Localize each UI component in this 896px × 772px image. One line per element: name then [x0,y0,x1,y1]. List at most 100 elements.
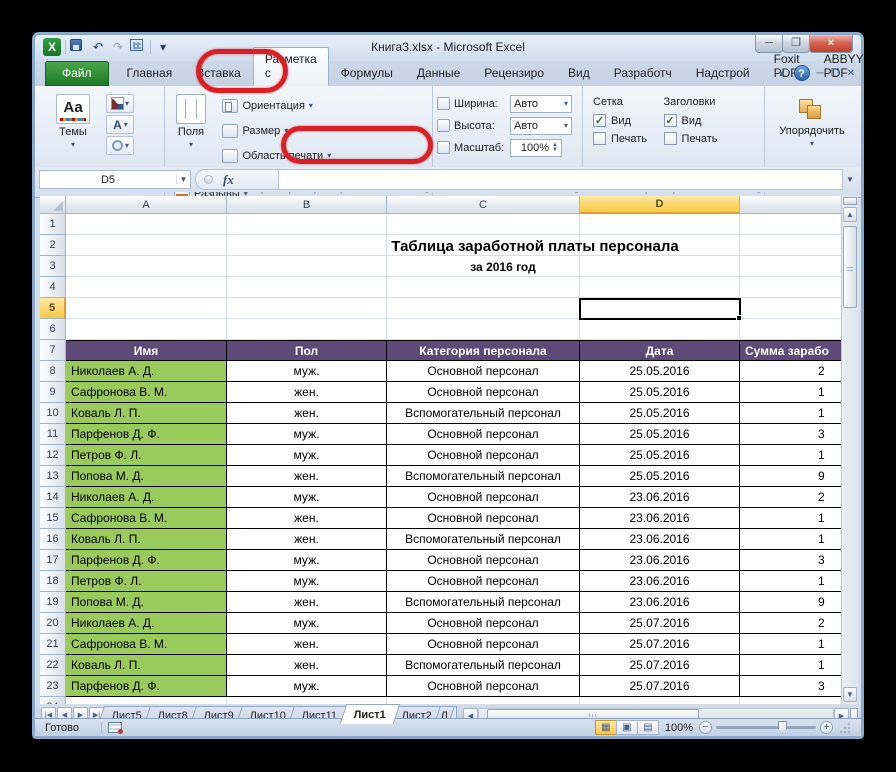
cell[interactable]: Основной персонал [387,445,580,466]
scrollbar-split-handle[interactable] [843,197,857,205]
sheet-tab-лист1[interactable]: Лист1 [339,704,400,724]
row-header-9[interactable]: 9 [40,382,66,403]
table-header-cell[interactable]: Имя [66,340,227,361]
margins-button[interactable]: Поля ▾ [169,90,213,178]
chevron-down-icon[interactable]: ▼ [176,175,190,184]
cell[interactable]: жен. [227,634,387,655]
formula-input[interactable] [279,169,843,190]
cell[interactable]: 23.06.2016 [580,508,740,529]
help-icon[interactable]: ? [793,65,810,81]
cell[interactable]: 3 [740,424,843,445]
cell[interactable]: Парфенов Д. Ф. [66,550,227,571]
cell[interactable]: Основной персонал [387,550,580,571]
cell[interactable]: Николаев А. Д. [66,487,227,508]
table-header-cell[interactable]: Пол [227,340,387,361]
empty-cell[interactable] [740,697,843,704]
empty-cell[interactable] [66,214,227,235]
table-header-cell[interactable]: Сумма зарабо [740,340,843,361]
empty-cell[interactable] [66,697,227,704]
cell[interactable]: 1 [740,382,843,403]
row-header-20[interactable]: 20 [40,613,66,634]
cell[interactable]: муж. [227,613,387,634]
cell[interactable]: Коваль Л. П. [66,403,227,424]
cell[interactable]: муж. [227,487,387,508]
page-break-view-icon[interactable]: ▤ [636,720,659,735]
row-header-1[interactable]: 1 [40,214,66,235]
cell[interactable]: жен. [227,655,387,676]
cell[interactable]: 1 [740,571,843,592]
row-header-7[interactable]: 7 [40,340,66,361]
normal-view-icon[interactable]: ▦ [594,720,617,735]
zoom-track[interactable] [716,721,816,734]
cell[interactable]: 25.05.2016 [580,361,740,382]
zoom-level[interactable]: 100% [665,722,693,734]
cell[interactable]: 23.06.2016 [580,487,740,508]
row-header-15[interactable]: 15 [40,508,66,529]
cell[interactable]: 25.07.2016 [580,676,740,697]
scale-spinner[interactable]: 100% ▲ ▼ [510,138,562,157]
cell[interactable]: 25.05.2016 [580,403,740,424]
cell[interactable]: Парфенов Д. Ф. [66,676,227,697]
empty-cell[interactable] [66,235,227,256]
expand-formula-bar-icon[interactable]: ▼ [843,169,857,190]
row-header-17[interactable]: 17 [40,550,66,571]
cell[interactable]: Вспомогательный персонал [387,655,580,676]
cell[interactable]: 1 [740,403,843,424]
workbook-close-icon[interactable]: ✕ [847,68,855,79]
headings-print-checkbox[interactable]: Печать [663,132,718,145]
table-header-cell[interactable]: Дата [580,340,740,361]
empty-cell[interactable] [580,277,740,298]
cell[interactable]: 23.06.2016 [580,529,740,550]
cell[interactable]: Николаев А. Д. [66,613,227,634]
cell[interactable]: 25.05.2016 [580,424,740,445]
workbook-minimize-icon[interactable]: ─ [817,68,824,79]
zoom-thumb[interactable] [778,721,787,734]
empty-cell[interactable] [66,298,227,319]
cell[interactable]: 2 [740,487,843,508]
row-header-16[interactable]: 16 [40,529,66,550]
width-combo[interactable]: Авто ▾ [510,94,572,113]
theme-fonts-button[interactable]: А ▾ [106,115,135,134]
cell[interactable]: Основной персонал [387,508,580,529]
cell[interactable]: 25.07.2016 [580,634,740,655]
cell[interactable]: 1 [740,655,843,676]
cell[interactable]: Вспомогательный персонал [387,403,580,424]
cell[interactable]: 25.07.2016 [580,613,740,634]
cell[interactable]: Петров Ф. Л. [66,571,227,592]
row-header-14[interactable]: 14 [40,487,66,508]
cell[interactable]: муж. [227,424,387,445]
cell[interactable]: Основной персонал [387,676,580,697]
cell[interactable]: муж. [227,361,387,382]
row-header-4[interactable]: 4 [40,277,66,298]
row-header-3[interactable]: 3 [40,256,66,277]
headings-view-checkbox[interactable]: ✓ Вид [663,114,718,127]
cell[interactable]: Попова М. Д. [66,466,227,487]
cell[interactable]: Сафронова В. М. [66,382,227,403]
empty-cell[interactable] [387,214,580,235]
empty-cell[interactable] [580,214,740,235]
cell[interactable]: 2 [740,613,843,634]
zoom-in-icon[interactable]: + [820,721,833,734]
column-header-E[interactable] [740,196,843,214]
row-header-19[interactable]: 19 [40,592,66,613]
row-header-13[interactable]: 13 [40,466,66,487]
row-header-24[interactable]: 24 [40,697,66,704]
empty-cell[interactable] [740,277,843,298]
cell[interactable]: 3 [740,550,843,571]
cell[interactable]: Основной персонал [387,361,580,382]
scroll-up-icon[interactable]: ▲ [843,207,857,222]
cell[interactable]: 23.06.2016 [580,571,740,592]
cell[interactable]: Основной персонал [387,613,580,634]
ribbon-tab-рецензиро[interactable]: Рецензиро [472,61,556,86]
collapse-ribbon-icon[interactable]: ▲ [778,68,787,78]
empty-cell[interactable] [580,697,740,704]
row-header-6[interactable]: 6 [40,319,66,340]
vertical-scroll-thumb[interactable] [843,226,857,308]
cell[interactable]: муж. [227,550,387,571]
cell[interactable]: 23.06.2016 [580,550,740,571]
cell[interactable]: Основной персонал [387,487,580,508]
row-header-11[interactable]: 11 [40,424,66,445]
vertical-scrollbar[interactable]: ▲ ▼ [841,196,858,704]
cell[interactable]: 1 [740,508,843,529]
cell[interactable]: жен. [227,508,387,529]
